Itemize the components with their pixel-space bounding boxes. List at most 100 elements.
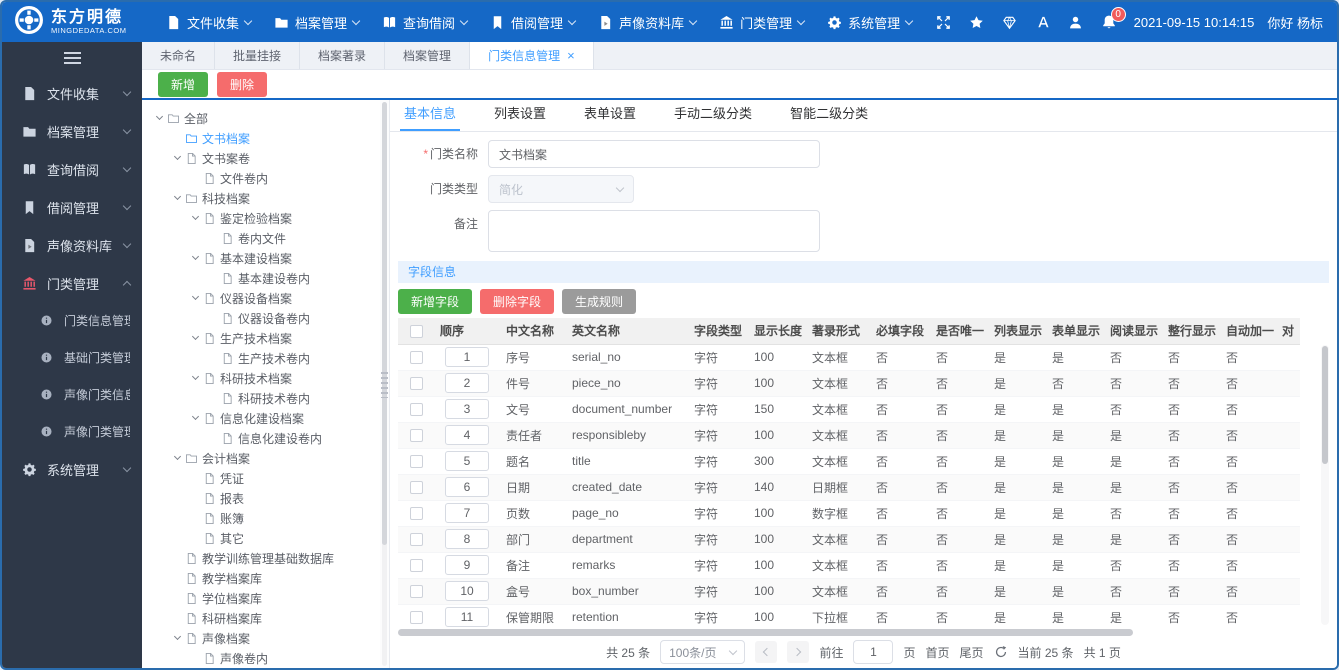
tree-node[interactable]: 仪器设备卷内 [144,308,380,328]
tree-expand-icon[interactable] [188,332,203,341]
row-checkbox[interactable] [409,585,423,599]
select-all-checkbox[interactable] [409,324,423,338]
sidebar-item[interactable]: 档案管理 [2,112,142,150]
order-input[interactable] [445,425,489,445]
topnav-item[interactable]: 门类管理 [719,13,806,32]
scrollbar-thumb[interactable] [398,629,1134,636]
tree-expand-icon[interactable] [170,632,185,641]
workspace-tab[interactable]: 未命名 [142,42,216,69]
tree-node[interactable]: 基本建设档案 [144,248,380,268]
sidebar-subitem[interactable]: 声像门类信息 [2,376,142,413]
tree-node[interactable]: 信息化建设卷内 [144,428,380,448]
tree-node[interactable]: 教学训练管理基础数据库 [144,548,380,568]
tree-node[interactable]: 科研技术档案 [144,368,380,388]
star-icon[interactable] [969,14,985,30]
scrollbar-thumb[interactable] [1322,346,1328,464]
row-checkbox[interactable] [409,611,423,625]
generate-rule-button[interactable]: 生成规则 [562,289,637,314]
tree-expand-icon[interactable] [188,252,203,261]
row-checkbox[interactable] [409,377,423,391]
tree-expand-icon[interactable] [188,212,203,221]
sidebar-item[interactable]: 门类管理 [2,264,142,302]
next-page-button[interactable] [787,641,810,663]
row-checkbox[interactable] [409,429,423,443]
detail-tab[interactable]: 智能二级分类 [790,103,868,131]
tree-expand-icon[interactable] [170,452,185,461]
order-input[interactable] [445,477,489,497]
last-page-link[interactable]: 尾页 [960,644,984,661]
detail-tab[interactable]: 基本信息 [399,103,461,131]
tree-node[interactable]: 文书案卷 [144,148,380,168]
category-name-input[interactable] [488,140,820,168]
tree-node[interactable]: 其它 [144,528,380,548]
close-icon[interactable]: × [567,49,575,62]
detail-tab[interactable]: 表单设置 [584,103,636,131]
tree-expand-icon[interactable] [170,152,185,161]
sidebar-item[interactable]: 系统管理 [2,450,142,488]
splitter-grip-icon[interactable] [381,372,388,398]
topnav-item[interactable]: 档案管理 [274,13,361,32]
add-button[interactable]: 新增 [158,71,209,97]
sidebar-item[interactable]: 借阅管理 [2,188,142,226]
order-input[interactable] [445,373,489,393]
sidebar-subitem[interactable]: 声像门类管理 [2,413,142,450]
sidebar-item[interactable]: 文件收集 [2,74,142,112]
workspace-tab[interactable]: 档案著录 [300,42,386,69]
topnav-item[interactable]: 查询借阅 [382,13,469,32]
add-field-button[interactable]: 新增字段 [398,289,473,314]
tree-node[interactable]: 账簿 [144,508,380,528]
tree-node[interactable]: 基本建设卷内 [144,268,380,288]
gem-icon[interactable] [1002,14,1018,30]
detail-tab[interactable]: 手动二级分类 [674,103,752,131]
row-checkbox[interactable] [409,403,423,417]
row-checkbox[interactable] [409,559,423,573]
row-checkbox[interactable] [409,351,423,365]
category-type-select[interactable]: 简化 [488,175,634,203]
tree-node[interactable]: 凭证 [144,468,380,488]
tree-node[interactable]: 生产技术档案 [144,328,380,348]
topnav-item[interactable]: 借阅管理 [490,13,577,32]
order-input[interactable] [445,347,489,367]
fullscreen-icon[interactable] [936,14,952,30]
tree-node[interactable]: 仪器设备档案 [144,288,380,308]
greeting[interactable]: 你好 杨标 [1267,13,1323,32]
detail-tab[interactable]: 列表设置 [494,103,546,131]
sidebar-subitem[interactable]: 基础门类管理 [2,339,142,376]
delete-field-button[interactable]: 删除字段 [480,289,555,314]
tree-scrollbar[interactable] [380,100,390,668]
goto-page-input[interactable] [853,640,894,664]
topnav-item[interactable]: 文件收集 [166,13,253,32]
tree-node[interactable]: 文书档案 [144,128,380,148]
collapse-sidebar-button[interactable] [2,42,142,74]
row-checkbox[interactable] [409,507,423,521]
workspace-tab[interactable]: 档案管理 [385,42,471,69]
tree-expand-icon[interactable] [170,192,185,201]
order-input[interactable] [445,581,489,601]
order-input[interactable] [445,607,489,627]
remark-textarea[interactable] [488,210,820,252]
tree-node[interactable]: 教学档案库 [144,568,380,588]
order-input[interactable] [445,555,489,575]
workspace-tab[interactable]: 门类信息管理 × [470,42,594,69]
refresh-icon[interactable] [994,645,1008,659]
row-checkbox[interactable] [409,481,423,495]
tree-node[interactable]: 全部 [144,108,380,128]
tree-expand-icon[interactable] [188,412,203,421]
row-checkbox[interactable] [409,455,423,469]
user-icon[interactable] [1068,14,1084,30]
order-input[interactable] [445,399,489,419]
tree-node[interactable]: 科研技术卷内 [144,388,380,408]
tree-node[interactable]: 会计档案 [144,448,380,468]
row-checkbox[interactable] [409,533,423,547]
topnav-item[interactable]: 声像资料库 [598,13,698,32]
logo[interactable]: 东方明德 MINGDEDATA.COM [2,5,152,40]
tree-node[interactable]: 学位档案库 [144,588,380,608]
tree-node[interactable]: 科技档案 [144,188,380,208]
tree-expand-icon[interactable] [188,372,203,381]
tree-node[interactable]: 声像档案 [144,628,380,648]
order-input[interactable] [445,529,489,549]
tree-node[interactable]: 声像卷内 [144,648,380,668]
sidebar-item[interactable]: 查询借阅 [2,150,142,188]
tree-expand-icon[interactable] [188,292,203,301]
tree-node[interactable]: 鉴定检验档案 [144,208,380,228]
